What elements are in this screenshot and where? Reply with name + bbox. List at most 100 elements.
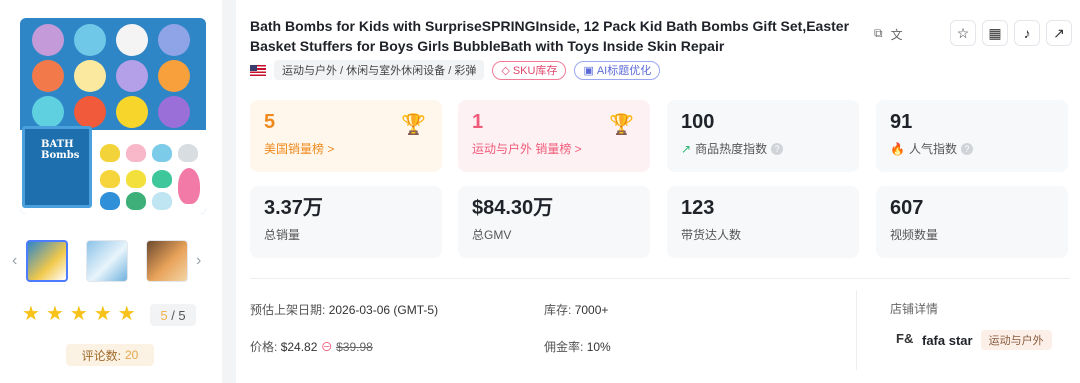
ai-icon: ▣ [583, 64, 594, 77]
tiktok-icon: ♪ [1023, 25, 1031, 41]
toy [178, 168, 200, 204]
shop-name[interactable]: fafa star [922, 333, 973, 348]
vertical-divider [856, 290, 857, 370]
toy [100, 192, 120, 210]
product-title[interactable]: Bath Bombs for Kids with SurpriseSPRINGI… [250, 16, 855, 56]
trophy-icon: 🏆 [401, 114, 426, 136]
metric-card-total-sales: 3.37万 总销量 [250, 186, 442, 258]
metric-label: 人气指数 [908, 142, 957, 156]
thumbnail-strip: ‹ › [10, 240, 212, 284]
metric-label-row: ↗ 商品热度指数 ? [681, 140, 845, 157]
copy-icon[interactable]: ⧉ [874, 26, 883, 43]
toy [100, 170, 120, 188]
shop-info[interactable]: F& fafa star 运动与户外 [896, 330, 1052, 350]
review-count-badge: 评论数: 20 [66, 344, 154, 366]
shop-logo-icon: F& [896, 331, 914, 346]
price: 价格: $24.82 ⊖ $39.98 [250, 338, 373, 355]
reviews-label: 评论数: [81, 348, 121, 363]
tiktok-button[interactable]: ♪ [1014, 20, 1040, 46]
metric-label: 商品热度指数 [695, 142, 768, 156]
launch-label: 预估上架日期: [250, 303, 326, 317]
trophy-icon: 🏆 [609, 114, 634, 136]
price-value: $24.82 [280, 340, 318, 354]
bath-bomb [116, 60, 148, 92]
shop-category-tag: 运动与户外 [980, 330, 1052, 350]
product-meta-row: 运动与户外 / 休闲与室外休闲设备 / 彩弹 ◇ SKU库存 ▣ AI标题优化 [250, 60, 661, 80]
product-main-image[interactable]: BATH Bombs [20, 18, 206, 214]
bath-bomb [116, 96, 148, 128]
product-info: Bath Bombs for Kids with SurpriseSPRINGI… [236, 0, 1080, 383]
divider [250, 278, 1070, 279]
metric-label: 运动与户外 销量榜 > [472, 142, 582, 156]
thumbnail-2[interactable] [86, 240, 128, 282]
us-flag-icon [250, 64, 266, 76]
metric-label: 带货达人数 [681, 228, 742, 242]
toy [126, 144, 146, 162]
chevron-right-icon[interactable]: › [196, 252, 201, 270]
metric-value: 91 [890, 111, 913, 133]
chevron-left-icon[interactable]: ‹ [12, 252, 17, 270]
title-tools: ⧉ 文 [874, 26, 903, 43]
ai-badge-label: AI标题优化 [596, 65, 652, 77]
ai-title-badge[interactable]: ▣ AI标题优化 [574, 60, 661, 80]
metric-card-us-sales-rank[interactable]: 5 美国销量榜 > 🏆 [250, 100, 442, 172]
thumbnail-3[interactable] [146, 240, 188, 282]
metric-value: 607 [890, 197, 924, 219]
metric-label: 总销量 [264, 228, 301, 242]
toy [152, 170, 172, 188]
gift-box-image: BATH Bombs [22, 126, 92, 208]
metric-value: 123 [681, 197, 715, 219]
star-icon: ★ [22, 303, 40, 325]
toy [126, 170, 146, 188]
sku-stock-badge[interactable]: ◇ SKU库存 [492, 60, 567, 80]
discount-icon: ⊖ [320, 340, 333, 354]
metric-card-videos: 607 视频数量 [876, 186, 1068, 258]
thumbnail-1[interactable] [26, 240, 68, 282]
metric-value: $84.30万 [472, 197, 554, 219]
external-link-button[interactable]: ↗ [1046, 20, 1072, 46]
bath-bomb [158, 60, 190, 92]
commission-label: 佣金率: [544, 340, 584, 354]
sku-badge-label: SKU库存 [512, 65, 558, 77]
help-icon[interactable]: ? [771, 142, 784, 155]
qrcode-icon: ▦ [988, 24, 1002, 41]
favorite-button[interactable]: ☆ [950, 20, 976, 46]
star-icon: ★ [93, 303, 112, 325]
bath-bomb [32, 96, 64, 128]
qrcode-button[interactable]: ▦ [982, 20, 1008, 46]
stock-label: 库存: [544, 303, 572, 317]
metric-card-category-sales-rank[interactable]: 1 运动与户外 销量榜 > 🏆 [458, 100, 650, 172]
toy [178, 144, 198, 162]
metric-label-row: 🔥 人气指数 ? [890, 140, 1054, 157]
stock-value: 7000+ [574, 303, 609, 317]
toy [126, 192, 146, 210]
star-icon: ★ [69, 303, 88, 325]
metric-value: 100 [681, 111, 715, 133]
product-image-column: BATH Bombs ‹ › ★ ★ ★ ★ ★ 5 / 5 评论数: 20 [0, 0, 222, 383]
bath-bomb [32, 24, 64, 56]
category-path[interactable]: 运动与户外 / 休闲与室外休闲设备 / 彩弹 [274, 60, 485, 80]
star-icon: ★ [117, 303, 136, 325]
bath-bomb [116, 24, 148, 56]
shop-header: 店铺详情 [890, 302, 939, 316]
external-link-icon: ↗ [1053, 24, 1065, 41]
toy [152, 192, 172, 210]
star-outline-icon: ☆ [956, 24, 970, 41]
metric-card-popularity: 91 🔥 人气指数 ? [876, 100, 1068, 172]
bath-bomb [158, 24, 190, 56]
commission-value: 10% [586, 340, 611, 354]
star-rating: ★ ★ ★ ★ ★ [22, 303, 136, 325]
launch-value: 2026-03-06 (GMT-5) [328, 303, 439, 317]
metric-label: 总GMV [472, 228, 512, 242]
diamond-icon: ◇ [501, 64, 510, 77]
help-icon[interactable]: ? [960, 142, 973, 155]
stock: 库存: 7000+ [544, 301, 608, 318]
commission: 佣金率: 10% [544, 338, 611, 355]
price-original: $39.98 [336, 340, 373, 354]
metric-value: 3.37万 [264, 197, 323, 219]
box-label: BATH Bombs [41, 139, 80, 161]
translate-icon[interactable]: 文 [891, 26, 903, 43]
price-label: 价格: [250, 340, 278, 354]
toy [152, 144, 172, 162]
toy [100, 144, 120, 162]
